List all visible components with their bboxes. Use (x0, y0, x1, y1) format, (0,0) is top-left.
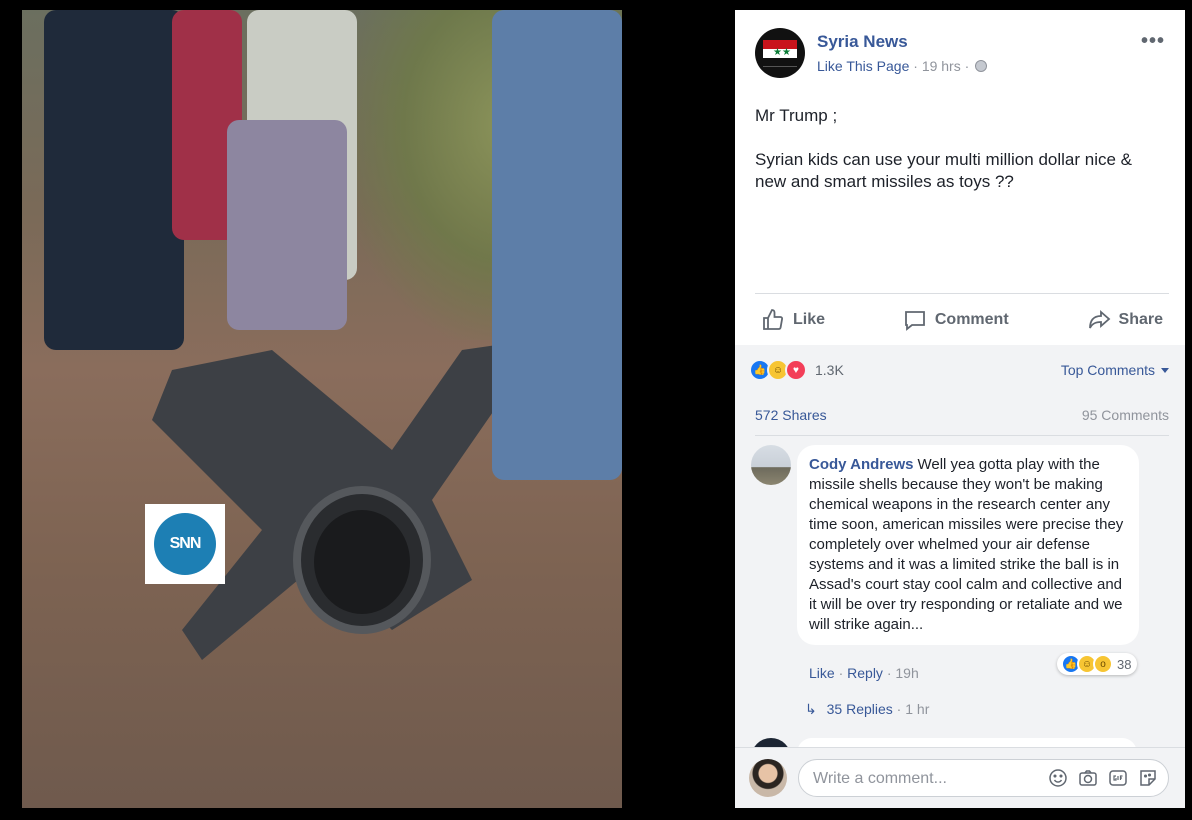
like-label: Like (793, 311, 826, 328)
share-icon (1088, 310, 1110, 329)
share-label: Share (1118, 311, 1163, 328)
gif-icon[interactable] (1108, 768, 1128, 788)
photo-missile-shape (152, 340, 532, 660)
shares-row: 572 Shares 95 Comments (755, 407, 1169, 436)
photo-person-left (44, 10, 184, 350)
reactions-row: 👍 ☺ ♥ 1.3K Top Comments (749, 359, 1169, 381)
post-header: ★ ★ Syria News Like This Page · 19 hrs ·… (755, 28, 1165, 88)
watermark-text: SNN (154, 513, 216, 575)
thumbs-up-icon (763, 309, 784, 330)
post-panel: ★ ★ Syria News Like This Page · 19 hrs ·… (735, 10, 1185, 808)
comment-time[interactable]: 19h (895, 665, 918, 681)
sticker-icon[interactable] (1138, 768, 1158, 788)
replies-time: 1 hr (905, 701, 930, 717)
comment-icon (904, 311, 925, 331)
comments-count[interactable]: 95 Comments (1082, 407, 1169, 423)
star-icon: ★ (773, 47, 782, 58)
photo-person-right (492, 10, 622, 480)
composer-icons (1048, 768, 1158, 788)
comment-reaction-count: 38 (1117, 656, 1132, 672)
replies-link-row: ↳ 35 Replies · 1 hr (805, 701, 930, 717)
like-page-link[interactable]: Like This Page (817, 58, 909, 74)
like-button[interactable]: Like (755, 308, 831, 332)
love-reaction-icon: ♥ (785, 359, 807, 381)
snn-watermark-logo: SNN (145, 504, 225, 584)
post-text: Mr Trump ; Syrian kids can use your mult… (755, 105, 1165, 215)
post-text-line2: Syrian kids can use your multi million d… (755, 150, 1132, 191)
reply-arrow-icon: ↳ (805, 701, 817, 717)
comment-bubble: Cody Andrews Well yea gotta play with the… (797, 445, 1139, 645)
comment-button[interactable]: Comment (897, 308, 1015, 332)
top-comments-label: Top Comments (1060, 362, 1155, 378)
comment-input-wrapper (798, 759, 1169, 798)
user-avatar[interactable] (749, 759, 787, 797)
more-options-icon[interactable]: ••• (1141, 31, 1165, 51)
camera-icon[interactable] (1078, 768, 1098, 788)
post-text-line1: Mr Trump ; (755, 106, 838, 125)
emoji-icon[interactable] (1048, 768, 1068, 788)
shares-count[interactable]: 572 Shares (755, 407, 827, 423)
page-avatar[interactable]: ★ ★ (755, 28, 805, 78)
star-icon: ★ (782, 47, 791, 58)
reaction-count[interactable]: 1.3K (815, 362, 844, 378)
comment-reactions[interactable]: 👍 ☺ o 38 (1057, 653, 1138, 675)
wow-reaction-icon: o (1093, 654, 1113, 674)
comment-reply-link[interactable]: Reply (847, 665, 883, 681)
view-replies-link[interactable]: 35 Replies (827, 701, 893, 717)
page-name-link[interactable]: Syria News (817, 32, 908, 52)
comment-actions: Like · Reply · 19h (809, 665, 919, 681)
comment-text: Well yea gotta play with the missile she… (809, 456, 1124, 633)
reaction-icons[interactable]: 👍 ☺ ♥ (749, 359, 807, 381)
comment-input[interactable] (811, 760, 1035, 798)
post-time[interactable]: 19 hrs (922, 58, 961, 74)
share-button[interactable]: Share (1081, 308, 1169, 332)
commenter-avatar[interactable] (751, 445, 791, 485)
chevron-down-icon (1161, 368, 1169, 373)
globe-icon (975, 60, 988, 72)
post-action-bar: Like Comment Share (755, 293, 1169, 346)
photo-child-sitting (227, 120, 347, 330)
comment-author-link[interactable]: Cody Andrews (809, 456, 913, 473)
comment-composer (735, 747, 1185, 808)
post-photo[interactable]: SNN (22, 10, 622, 808)
post-meta: Like This Page · 19 hrs · (817, 58, 988, 74)
comment-label: Comment (934, 311, 1009, 328)
top-comments-dropdown[interactable]: Top Comments (1061, 362, 1169, 378)
comment-like-link[interactable]: Like (809, 665, 835, 681)
comments-area: 👍 ☺ ♥ 1.3K Top Comments 572 Shares 95 Co… (735, 345, 1185, 808)
